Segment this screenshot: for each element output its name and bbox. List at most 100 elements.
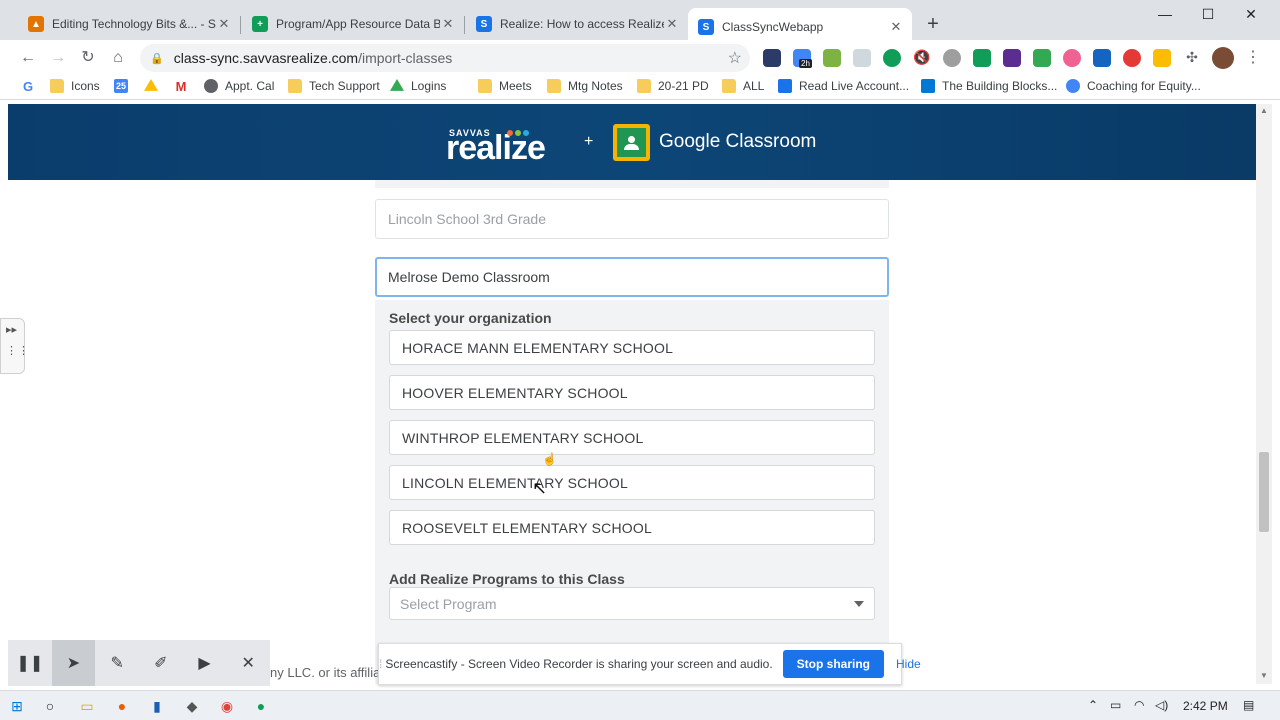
- bookmark-label: Coaching for Equity...: [1087, 79, 1201, 93]
- tab-program-resource[interactable]: + Program/App Resource Data Ba ✕: [242, 8, 464, 40]
- org-heading: Select your organization: [389, 310, 552, 326]
- sharing-message: Screencastify - Screen Video Recorder is…: [385, 657, 773, 671]
- extension-icon[interactable]: [1033, 49, 1051, 67]
- highlighter-icon[interactable]: ✐: [139, 640, 183, 686]
- program-select[interactable]: Select Program: [389, 587, 875, 620]
- close-icon[interactable]: ✕: [664, 16, 680, 32]
- volume-icon[interactable]: ◁): [1155, 698, 1168, 712]
- extension-icon[interactable]: [1093, 49, 1111, 67]
- firefox-icon[interactable]: ●: [114, 698, 130, 714]
- google-icon: G: [22, 78, 34, 94]
- bookmark-star-icon[interactable]: ☆: [728, 48, 742, 68]
- grip-icon: ⋮⋮: [6, 345, 30, 357]
- bookmark-tech-support[interactable]: Tech Support: [288, 79, 380, 93]
- page-scrollbar[interactable]: ▲ ▼: [1256, 104, 1272, 684]
- bookmark-icons[interactable]: Icons: [50, 79, 100, 93]
- extension-icon[interactable]: [1123, 49, 1141, 67]
- clock[interactable]: 2:42 PM: [1183, 699, 1228, 713]
- sheets-extension-icon[interactable]: [973, 49, 991, 67]
- bookmark-read-live[interactable]: Read Live Account...: [778, 79, 909, 93]
- address-bar[interactable]: 🔒 class-sync.savvasrealize.com/import-cl…: [140, 44, 750, 72]
- scroll-up-icon[interactable]: ▲: [1260, 106, 1268, 115]
- home-icon[interactable]: ⌂: [107, 47, 129, 69]
- lock-icon: 🔒: [150, 52, 164, 65]
- bookmark-drive[interactable]: [144, 79, 165, 93]
- tab-realize-help[interactable]: S Realize: How to access Realize di ✕: [466, 8, 688, 40]
- chrome-icon[interactable]: ◉: [219, 698, 235, 714]
- class-option-melrose-demo[interactable]: Melrose Demo Classroom: [375, 257, 889, 297]
- kebab-menu-icon[interactable]: ⋮: [1242, 47, 1264, 69]
- bookmark-gmail[interactable]: M: [174, 79, 195, 94]
- battery-icon[interactable]: ▭: [1110, 698, 1121, 712]
- drive-icon: [144, 79, 158, 91]
- maximize-button[interactable]: ☐: [1193, 6, 1223, 23]
- pen-icon[interactable]: ✎: [95, 640, 139, 686]
- stop-sharing-button[interactable]: Stop sharing: [782, 650, 885, 678]
- notification-icon[interactable]: ▤: [1243, 698, 1254, 712]
- close-icon[interactable]: ✕: [226, 640, 270, 686]
- extension-icon[interactable]: [943, 49, 961, 67]
- drag-handle-icon[interactable]: ⁞: [379, 657, 382, 671]
- bookmark-label: The Building Blocks...: [942, 79, 1058, 93]
- app-icon[interactable]: ◆: [184, 698, 200, 714]
- extension-icon[interactable]: [763, 49, 781, 67]
- close-icon[interactable]: ✕: [888, 19, 904, 35]
- thumbs-up-icon[interactable]: [1153, 49, 1171, 67]
- bookmark-calendar[interactable]: 25: [114, 79, 135, 93]
- mute-icon[interactable]: 🔇: [913, 49, 931, 67]
- bookmark-mtg-notes[interactable]: Mtg Notes: [547, 79, 623, 93]
- tab-title: ClassSyncWebapp: [722, 20, 824, 34]
- new-tab-button[interactable]: +: [922, 13, 944, 35]
- scroll-thumb[interactable]: [1259, 452, 1269, 532]
- extension-icon[interactable]: [823, 49, 841, 67]
- bookmark-all[interactable]: ALL: [722, 79, 764, 93]
- pointer-icon[interactable]: ➤: [51, 640, 96, 686]
- app-icon[interactable]: ▮: [149, 698, 165, 714]
- plus-sign: +: [584, 133, 594, 150]
- folder-icon: [478, 79, 492, 93]
- tab-editing[interactable]: ▲ Editing Technology Bits &... - Sm ✕: [18, 8, 240, 40]
- close-icon[interactable]: ✕: [440, 16, 456, 32]
- file-explorer-icon[interactable]: ▭: [79, 698, 95, 714]
- bookmark-appt-cal[interactable]: Appt. Cal: [204, 79, 274, 93]
- extension-icon[interactable]: [1003, 49, 1021, 67]
- scroll-down-icon[interactable]: ▼: [1260, 671, 1268, 680]
- bookmark-google[interactable]: G: [21, 78, 42, 94]
- close-window-button[interactable]: ✕: [1236, 6, 1266, 23]
- globe-icon: [204, 79, 218, 93]
- bookmark-meets[interactable]: Meets: [478, 79, 532, 93]
- extension-icon[interactable]: [853, 49, 871, 67]
- bookmark-20-21-pd[interactable]: 20-21 PD: [637, 79, 709, 93]
- reload-icon[interactable]: ↻: [77, 47, 99, 69]
- bookmark-building-blocks[interactable]: The Building Blocks...: [921, 79, 1057, 93]
- calendar-icon: 25: [114, 79, 128, 93]
- chevron-up-icon[interactable]: ⌃: [1088, 698, 1098, 712]
- back-arrow-icon[interactable]: ←: [17, 47, 39, 69]
- minimize-button[interactable]: —: [1150, 6, 1180, 22]
- org-option-lincoln[interactable]: LINCOLN ELEMENTARY SCHOOL: [389, 465, 875, 500]
- org-option-roosevelt[interactable]: ROOSEVELT ELEMENTARY SCHOOL: [389, 510, 875, 545]
- puzzle-icon[interactable]: ✣: [1183, 49, 1201, 67]
- read-live-icon: [778, 79, 792, 93]
- extension-icon[interactable]: [1063, 49, 1081, 67]
- wifi-icon[interactable]: ◠: [1134, 698, 1144, 712]
- class-option-lincoln-3rd[interactable]: Lincoln School 3rd Grade: [375, 199, 889, 239]
- side-panel-handle[interactable]: ▸▸ ⋮⋮: [0, 318, 30, 374]
- close-icon[interactable]: ✕: [216, 16, 232, 32]
- avatar[interactable]: [1212, 47, 1234, 69]
- org-option-horace-mann[interactable]: HORACE MANN ELEMENTARY SCHOOL: [389, 330, 875, 365]
- org-option-hoover[interactable]: HOOVER ELEMENTARY SCHOOL: [389, 375, 875, 410]
- pause-icon[interactable]: ❚❚: [8, 640, 52, 686]
- folder-icon: [637, 79, 651, 93]
- meet-icon[interactable]: ●: [253, 698, 269, 714]
- search-icon[interactable]: ○: [42, 698, 58, 714]
- windows-start-icon[interactable]: ⊞: [9, 698, 25, 714]
- camera-icon[interactable]: ▶: [183, 640, 227, 686]
- extension-icon[interactable]: [883, 49, 901, 67]
- org-option-winthrop[interactable]: WINTHROP ELEMENTARY SCHOOL: [389, 420, 875, 455]
- bookmark-coaching[interactable]: Coaching for Equity...: [1066, 79, 1201, 93]
- sheets-icon: +: [252, 16, 268, 32]
- hide-button[interactable]: Hide: [896, 657, 921, 671]
- forward-arrow-icon[interactable]: →: [47, 47, 69, 69]
- bookmark-logins[interactable]: Logins: [390, 79, 446, 93]
